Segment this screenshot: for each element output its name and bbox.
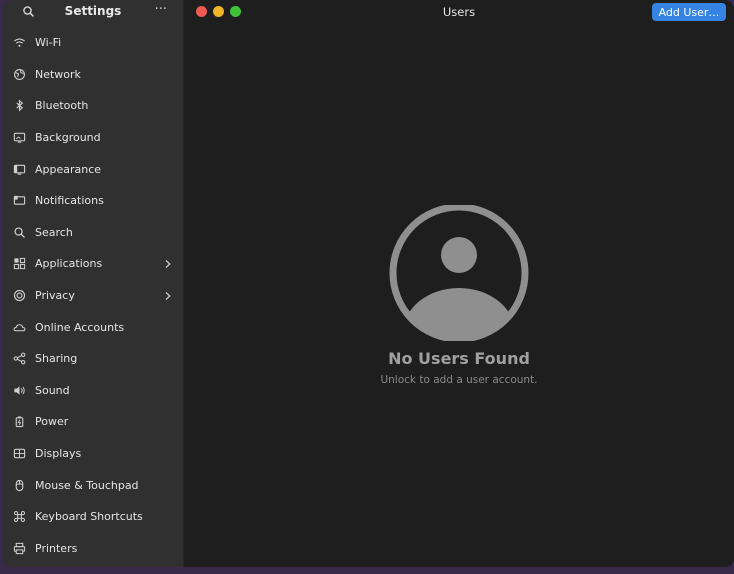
sidebar: Settings ··· Wi-Fi Network Bluetooth Bac…: [3, 0, 184, 567]
empty-title: No Users Found: [388, 349, 530, 368]
main-panel: Users Add User… No Users Found Unlock to…: [184, 0, 734, 567]
sidebar-item-keyboard-shortcuts[interactable]: Keyboard Shortcuts: [3, 501, 183, 533]
sidebar-item-sound[interactable]: Sound: [3, 375, 183, 407]
printer-icon: [12, 541, 26, 555]
sidebar-item-label: Applications: [35, 257, 103, 271]
sidebar-item-label: Appearance: [35, 162, 102, 176]
sidebar-item-label: Wi-Fi: [35, 36, 62, 50]
sidebar-item-label: Sound: [35, 383, 70, 397]
mouse-icon: [12, 478, 26, 492]
speaker-icon: [12, 383, 26, 397]
sidebar-item-mouse-touchpad[interactable]: Mouse & Touchpad: [3, 469, 183, 501]
battery-icon: [12, 415, 26, 429]
sidebar-item-label: Search: [35, 225, 73, 239]
sidebar-item-printers[interactable]: Printers: [3, 533, 183, 565]
sidebar-item-background[interactable]: Background: [3, 122, 183, 154]
notifications-icon: [12, 194, 26, 208]
sidebar-item-bluetooth[interactable]: Bluetooth: [3, 90, 183, 122]
sidebar-item-label: Displays: [35, 447, 82, 461]
empty-subtitle: Unlock to add a user account.: [380, 374, 538, 386]
sidebar-header: Settings ···: [3, 0, 183, 24]
user-avatar-icon: [389, 205, 529, 341]
sidebar-item-label: Keyboard Shortcuts: [35, 510, 143, 524]
keyboard-command-icon: [12, 510, 26, 524]
chevron-right-icon: [163, 259, 173, 269]
share-icon: [12, 352, 26, 366]
wifi-icon: [12, 36, 26, 50]
cloud-icon: [12, 320, 26, 334]
sidebar-item-applications[interactable]: Applications: [3, 248, 183, 280]
sidebar-item-displays[interactable]: Displays: [3, 438, 183, 470]
applications-icon: [12, 257, 26, 271]
sidebar-item-appearance[interactable]: Appearance: [3, 153, 183, 185]
privacy-icon: [12, 289, 26, 303]
header-bar: Users Add User…: [184, 0, 734, 24]
menu-button[interactable]: ···: [155, 2, 167, 17]
sidebar-list: Wi-Fi Network Bluetooth Background Appea…: [3, 24, 183, 564]
search-icon: [12, 225, 26, 239]
settings-window: Settings ··· Wi-Fi Network Bluetooth Bac…: [3, 0, 734, 567]
sidebar-item-privacy[interactable]: Privacy: [3, 280, 183, 312]
sidebar-item-sharing[interactable]: Sharing: [3, 343, 183, 375]
sidebar-item-search[interactable]: Search: [3, 217, 183, 249]
sidebar-item-label: Background: [35, 131, 101, 145]
sidebar-item-wifi[interactable]: Wi-Fi: [3, 27, 183, 59]
sidebar-item-label: Power: [35, 415, 69, 429]
sidebar-item-label: Network: [35, 67, 81, 81]
sidebar-item-label: Online Accounts: [35, 320, 125, 334]
add-user-button[interactable]: Add User…: [652, 3, 726, 21]
network-icon: [12, 67, 26, 81]
sidebar-item-label: Sharing: [35, 352, 78, 366]
sidebar-item-online-accounts[interactable]: Online Accounts: [3, 311, 183, 343]
sidebar-item-label: Bluetooth: [35, 99, 89, 113]
chevron-right-icon: [163, 291, 173, 301]
sidebar-item-label: Privacy: [35, 289, 75, 303]
empty-state: No Users Found Unlock to add a user acco…: [184, 205, 734, 386]
sidebar-item-notifications[interactable]: Notifications: [3, 185, 183, 217]
sidebar-item-label: Printers: [35, 541, 78, 555]
display-icon: [12, 447, 26, 461]
sidebar-item-power[interactable]: Power: [3, 406, 183, 438]
bluetooth-icon: [12, 99, 26, 113]
appearance-icon: [12, 162, 26, 176]
background-icon: [12, 131, 26, 145]
sidebar-item-label: Mouse & Touchpad: [35, 478, 139, 492]
sidebar-item-label: Notifications: [35, 194, 104, 208]
sidebar-item-network[interactable]: Network: [3, 59, 183, 91]
